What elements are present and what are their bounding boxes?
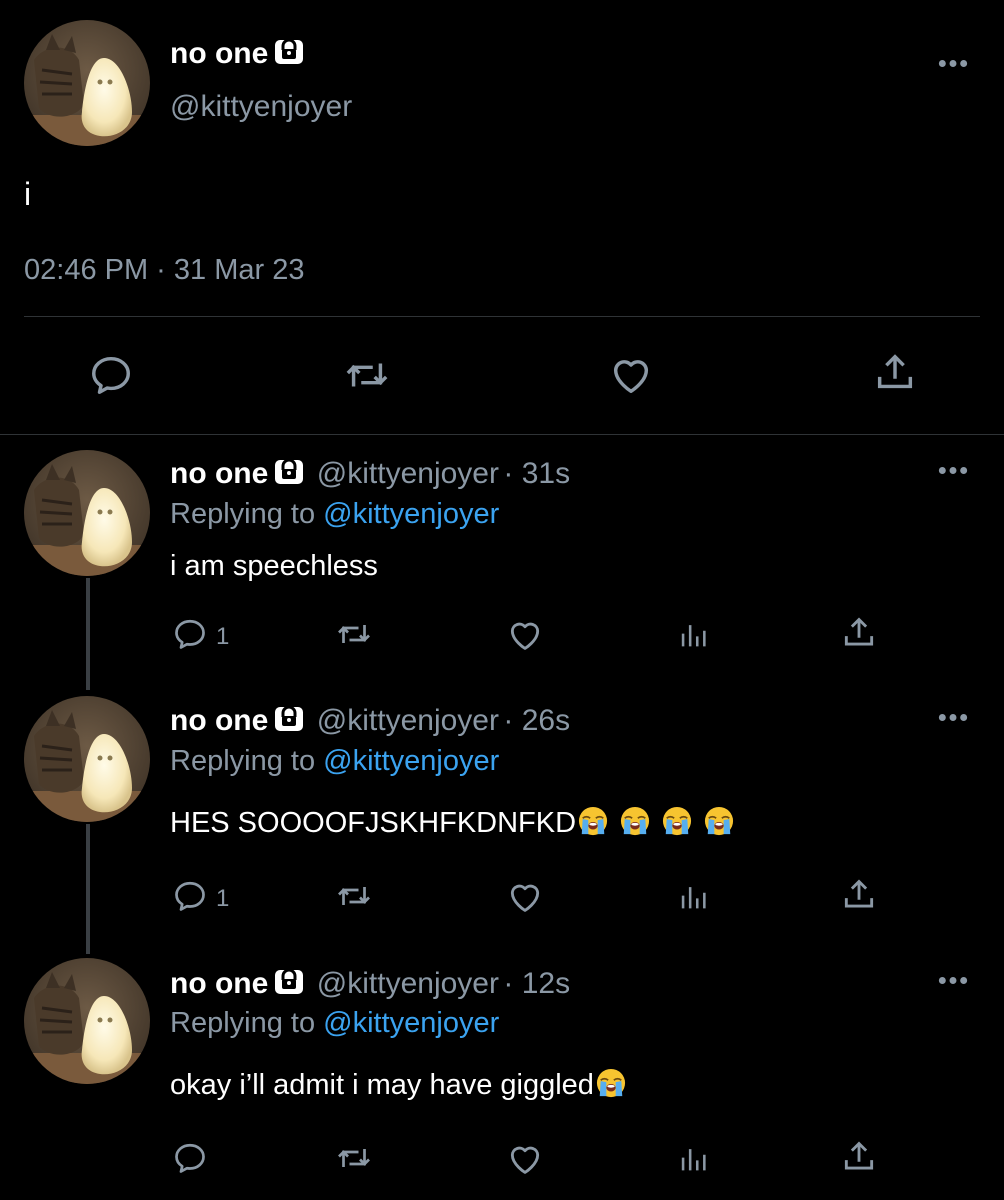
avatar[interactable] [24,696,150,822]
more-options-icon[interactable] [937,975,969,986]
handle[interactable]: @kittyenjoyer [317,704,499,737]
reply-icon[interactable] [172,1140,208,1176]
divider [24,316,980,317]
handle[interactable]: @kittyenjoyer [170,90,352,124]
views-icon[interactable] [676,880,710,914]
retweet-icon[interactable] [334,616,374,652]
avatar[interactable] [24,958,150,1084]
reply-text: okay i’ll admit i may have giggled [170,1068,626,1102]
like-icon[interactable] [506,878,544,916]
display-name[interactable]: no one [170,967,268,1000]
views-icon[interactable] [676,618,710,652]
timestamp[interactable]: · 31s [503,457,570,490]
share-icon[interactable] [840,1138,878,1176]
timestamp[interactable]: · 26s [503,704,570,737]
crying-face-icon [704,806,734,836]
reply-icon[interactable] [88,352,134,398]
thread-line [86,578,90,690]
more-options-icon[interactable] [937,712,969,723]
mention-link[interactable]: @kittyenjoyer [323,1007,499,1039]
crying-face-icon [662,806,692,836]
mention-link[interactable]: @kittyenjoyer [323,498,499,530]
lock-icon [274,456,304,486]
tweet-text: i [24,176,32,212]
handle[interactable]: @kittyenjoyer [317,457,499,490]
like-icon[interactable] [506,1140,544,1178]
lock-icon [274,703,304,733]
replying-to: Replying to @kittyenjoyer [170,745,500,777]
avatar[interactable] [24,20,150,146]
reply-header: no one @kittyenjoyer · 12s [170,966,570,1001]
retweet-icon[interactable] [334,1140,374,1176]
reply-text: i am speechless [170,550,378,582]
retweet-icon[interactable] [342,352,392,398]
share-icon[interactable] [840,614,878,652]
display-name[interactable]: no one [170,704,268,737]
reply-icon[interactable] [172,616,208,652]
lock-icon [274,36,304,66]
divider [0,434,1004,435]
more-options-icon[interactable] [937,58,969,69]
replying-to: Replying to @kittyenjoyer [170,1007,500,1039]
crying-face-icon [596,1068,626,1098]
handle[interactable]: @kittyenjoyer [317,967,499,1000]
like-icon[interactable] [608,352,654,398]
timestamp[interactable]: 02:46 PM · 31 Mar 23 [24,254,304,287]
reply-count: 1 [216,623,230,650]
display-name[interactable]: no one [170,457,268,490]
share-icon[interactable] [872,350,918,396]
reply-icon[interactable] [172,878,208,914]
timestamp[interactable]: · 12s [503,967,570,1000]
reply-header: no one @kittyenjoyer · 26s [170,703,570,738]
like-icon[interactable] [506,616,544,654]
replying-to: Replying to @kittyenjoyer [170,498,500,530]
views-icon[interactable] [676,1142,710,1176]
display-name[interactable]: no one [170,36,304,71]
share-icon[interactable] [840,876,878,914]
lock-icon [274,966,304,996]
crying-face-icon [578,806,608,836]
mention-link[interactable]: @kittyenjoyer [323,745,499,777]
avatar[interactable] [24,450,150,576]
reply-count: 1 [216,885,230,912]
reply-header: no one @kittyenjoyer · 31s [170,456,570,491]
reply-text: HES SOOOOFJSKHFKDNFKD [170,806,734,840]
retweet-icon[interactable] [334,878,374,914]
more-options-icon[interactable] [937,465,969,476]
crying-face-icon [620,806,650,836]
thread-line [86,824,90,954]
